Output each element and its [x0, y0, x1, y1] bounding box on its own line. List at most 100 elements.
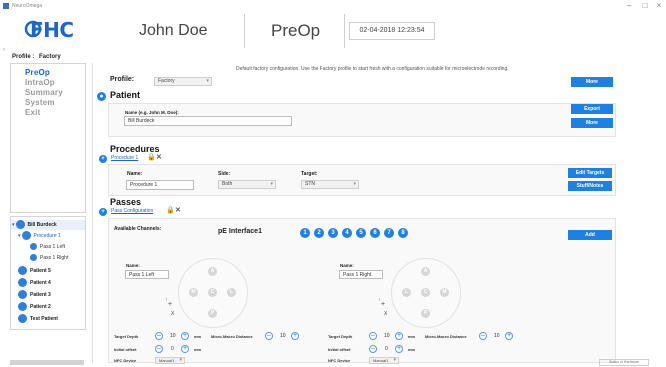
person-icon — [15, 220, 25, 230]
profile-indicator-label: Profile : — [12, 54, 35, 60]
stuff-notes-button[interactable]: Stuff/Notes — [568, 181, 612, 191]
right-micro-distance-value[interactable]: 10 — [494, 333, 500, 339]
channel-5-button[interactable]: 5 — [356, 228, 366, 238]
profile-select[interactable]: Factory — [154, 77, 212, 86]
right-electrode-posterior[interactable]: P — [421, 309, 430, 318]
channel-7-button[interactable]: 7 — [384, 228, 394, 238]
channel-3-button[interactable]: 3 — [328, 228, 338, 238]
right-micro-distance-decrement[interactable]: – — [479, 332, 487, 340]
left-initial-offset-unit: mm — [194, 347, 202, 352]
minimize-icon[interactable]: – — [622, 1, 636, 11]
close-icon[interactable]: × — [652, 1, 666, 11]
right-target-depth-increment[interactable]: + — [395, 332, 403, 340]
edit-targets-button[interactable]: Edit Targets — [568, 168, 612, 178]
left-nfc-device-select[interactable]: Manual1 — [155, 357, 185, 364]
add-pass-icon[interactable]: + — [99, 208, 107, 216]
patient-name-input[interactable]: Bill Burdeck — [124, 116, 292, 126]
nav-preop[interactable]: PreOp — [25, 68, 50, 77]
channel-8-button[interactable]: 8 — [398, 228, 408, 238]
tree-item-pass[interactable]: Pass 1 Right — [30, 253, 68, 263]
left-electrode-posterior[interactable]: P — [208, 309, 217, 318]
tree-item-pass[interactable]: Pass 1 Left — [30, 242, 65, 252]
right-micro-distance-label: Micro-Macro Distance — [425, 334, 467, 339]
person-icon — [18, 290, 27, 300]
mode-title: PreOp — [271, 21, 321, 40]
tree-item-patient[interactable]: Test Patient — [18, 314, 58, 324]
nav-intraop[interactable]: IntraOp — [25, 78, 55, 87]
right-initial-offset-increment[interactable]: + — [395, 345, 403, 353]
procedures-title: Procedures — [110, 144, 160, 154]
right-orientation-plus: + — [381, 301, 386, 308]
right-electrode-anterior[interactable]: A — [421, 267, 430, 276]
left-electrode-medial[interactable]: M — [189, 288, 198, 297]
left-micro-distance-decrement[interactable]: – — [265, 332, 273, 340]
lock-icon[interactable]: 🔒 — [147, 154, 156, 161]
maximize-icon[interactable]: □ — [638, 1, 652, 11]
tree-item-procedure[interactable]: ▾ Procedure 1 — [18, 231, 61, 241]
left-electrode-lateral[interactable]: L — [227, 288, 236, 297]
nav-sidebar: PreOp IntraOp Summary System Exit — [10, 63, 86, 213]
right-pass-name-input[interactable]: Pass 1 Right — [339, 270, 383, 279]
tree-item-patient[interactable]: Patient 5 — [18, 266, 51, 276]
left-orientation-x: X — [171, 311, 175, 317]
right-pass-name-label: Name: — [340, 263, 354, 268]
right-micro-distance-increment[interactable]: + — [505, 332, 513, 340]
procedure-name-input[interactable]: Procedure 1 — [126, 180, 194, 190]
procedure-tab[interactable]: Procedure 1 — [111, 155, 138, 161]
left-electrode-anterior[interactable]: A — [208, 267, 217, 276]
right-initial-offset-value[interactable]: 0 — [385, 346, 388, 352]
person-icon — [18, 266, 27, 276]
side-select[interactable]: Both — [218, 180, 276, 189]
left-initial-offset-value[interactable]: 0 — [171, 346, 174, 352]
patient-more-button[interactable]: More — [571, 118, 613, 128]
right-target-depth-unit: mm — [408, 334, 416, 339]
left-micro-distance-increment[interactable]: + — [291, 332, 299, 340]
add-pass-button[interactable]: Add — [568, 230, 612, 240]
right-nfc-device-label: NFC Device — [328, 358, 351, 363]
horizontal-scrollbar[interactable] — [10, 360, 84, 365]
export-button[interactable]: Export — [571, 104, 613, 114]
left-target-depth-value[interactable]: 10 — [170, 333, 176, 339]
right-target-depth-decrement[interactable]: – — [369, 332, 377, 340]
left-initial-offset-increment[interactable]: + — [181, 345, 189, 353]
collapse-sidebar-icon[interactable]: ‹ — [3, 47, 5, 53]
nav-summary[interactable]: Summary — [25, 88, 63, 97]
right-electrode-center[interactable]: C — [421, 288, 430, 297]
channel-2-button[interactable]: 2 — [314, 228, 324, 238]
right-electrode-lateral[interactable]: L — [402, 288, 411, 297]
right-initial-offset-decrement[interactable]: – — [369, 345, 377, 353]
hardware-status[interactable]: Status of Hardware — [599, 359, 649, 366]
nav-exit[interactable]: Exit — [25, 108, 40, 117]
tree-item-patient[interactable]: Patient 2 — [18, 302, 51, 312]
profile-indicator: Profile : Factory — [12, 54, 61, 60]
target-select[interactable]: STN — [301, 180, 359, 189]
fhc-logo: FHC — [30, 18, 74, 42]
left-electrode-center[interactable]: C — [208, 288, 217, 297]
left-initial-offset-decrement[interactable]: – — [155, 345, 163, 353]
pass-configuration-tab[interactable]: Pass Configuration — [111, 208, 153, 214]
add-procedure-icon[interactable]: + — [99, 155, 107, 163]
right-target-depth-value[interactable]: 10 — [384, 333, 390, 339]
close-pass-icon[interactable]: ✕ — [175, 207, 181, 214]
tree-item-patient[interactable]: Patient 3 — [18, 290, 51, 300]
profile-indicator-value: Factory — [39, 54, 61, 60]
right-nfc-device-select[interactable]: Manual1 — [369, 357, 399, 364]
left-micro-distance-value[interactable]: 10 — [280, 333, 286, 339]
tree-item-patient[interactable]: ▾ Bill Burdeck — [12, 220, 57, 230]
right-orientation-x: X — [384, 311, 388, 317]
left-pass-name-input[interactable]: Pass 1 Left — [125, 270, 169, 279]
close-procedure-icon[interactable]: ✕ — [156, 154, 162, 161]
procedure-icon — [21, 231, 31, 241]
tree-item-patient[interactable]: Patient 4 — [18, 278, 51, 288]
pass-icon — [30, 243, 37, 251]
channel-1-button[interactable]: 1 — [300, 228, 310, 238]
right-electrode-medial[interactable]: M — [440, 288, 449, 297]
profile-more-button[interactable]: More — [571, 77, 613, 87]
lock-icon[interactable]: 🔒 — [166, 207, 175, 214]
left-orientation-plus: + — [168, 301, 173, 308]
channel-6-button[interactable]: 6 — [370, 228, 380, 238]
left-target-depth-increment[interactable]: + — [181, 332, 189, 340]
channel-4-button[interactable]: 4 — [342, 228, 352, 238]
nav-system[interactable]: System — [25, 98, 55, 107]
left-target-depth-decrement[interactable]: – — [155, 332, 163, 340]
